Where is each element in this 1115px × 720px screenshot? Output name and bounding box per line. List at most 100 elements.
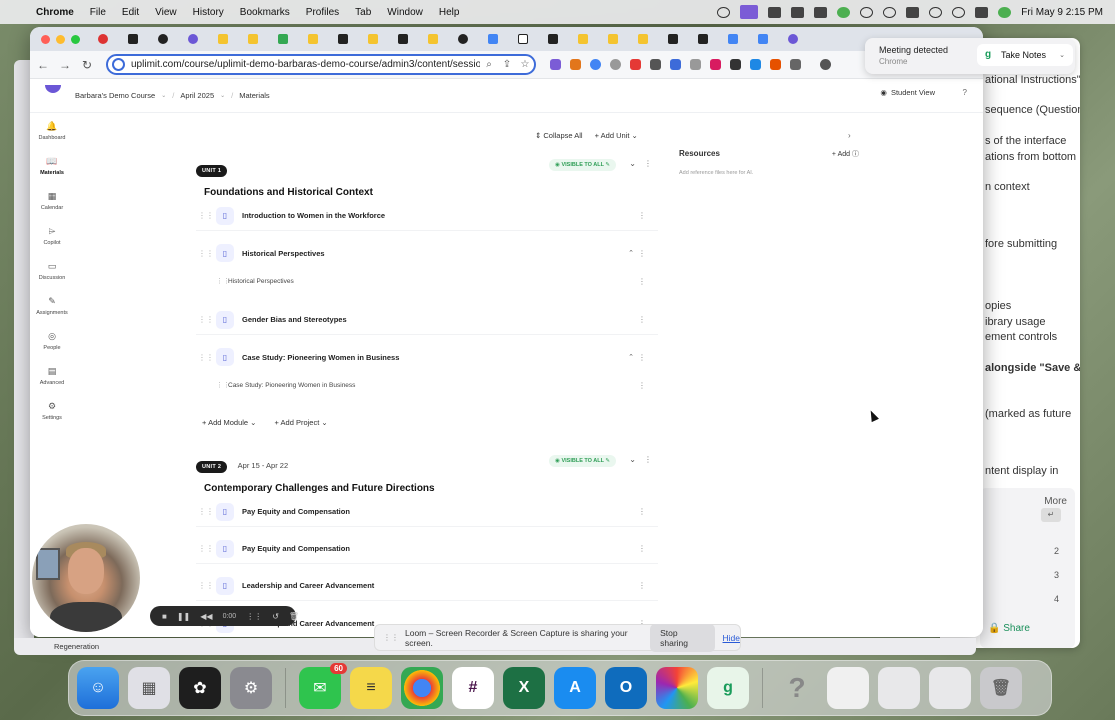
drag-handle-icon[interactable]: ⋮⋮	[196, 544, 216, 553]
address-bar[interactable]: uplimit.com/course/uplimit-demo-barbaras…	[106, 54, 536, 75]
clipboard-icon[interactable]	[791, 6, 805, 18]
user-icon[interactable]	[883, 6, 897, 18]
lesson-title[interactable]: Historical Perspectives	[242, 249, 325, 258]
breadcrumb-term[interactable]: April 2025	[180, 91, 214, 100]
extension-icon[interactable]	[750, 59, 761, 70]
tab[interactable]	[304, 27, 322, 51]
sub-lesson-row[interactable]: ⋮⋮ Case Study: Pioneering Women in Busin…	[216, 374, 658, 396]
extension-icon[interactable]	[550, 59, 561, 70]
pause-icon[interactable]: ❚❚	[177, 612, 190, 621]
excel-icon[interactable]: X	[503, 667, 545, 709]
chevron-down-icon[interactable]: ⌄	[220, 92, 225, 99]
drawing-tool-icon[interactable]: ⋮⋮	[246, 612, 262, 621]
sync-icon[interactable]	[860, 6, 874, 18]
back-share-button[interactable]: 🔒 Share	[988, 623, 1030, 634]
chevron-up-icon[interactable]: ⌃	[628, 249, 634, 257]
siri-icon[interactable]	[998, 6, 1012, 18]
photos-icon[interactable]	[656, 667, 698, 709]
menu-profiles[interactable]: Profiles	[298, 7, 347, 18]
tab[interactable]	[544, 27, 562, 51]
tab[interactable]	[724, 27, 742, 51]
calendar-icon[interactable]	[814, 6, 828, 18]
chevron-down-icon[interactable]: ⌄	[1059, 51, 1065, 59]
menu-edit[interactable]: Edit	[114, 7, 147, 18]
breadcrumb-section[interactable]: Materials	[239, 91, 269, 100]
extension-icon[interactable]	[590, 59, 601, 70]
more-options-icon[interactable]: ⋮	[638, 277, 646, 286]
sidebar-item-materials[interactable]: 📖 Materials	[30, 148, 74, 183]
slack-icon[interactable]: #	[452, 667, 494, 709]
trash-icon[interactable]: 🗑	[289, 612, 299, 621]
puzzle-icon[interactable]	[790, 59, 801, 70]
system-settings-icon[interactable]: ⚙	[230, 667, 272, 709]
extension-icon[interactable]	[610, 59, 621, 70]
crop-icon[interactable]	[650, 59, 661, 70]
lesson-title[interactable]: Pay Equity and Compensation	[242, 544, 350, 553]
microphone-icon[interactable]	[717, 6, 731, 18]
tab[interactable]	[424, 27, 442, 51]
wifi-icon[interactable]	[929, 6, 943, 18]
tab[interactable]	[214, 27, 232, 51]
tab[interactable]	[574, 27, 592, 51]
stop-sharing-button[interactable]: Stop sharing	[650, 623, 715, 652]
tab[interactable]	[664, 27, 682, 51]
sidebar-item-calendar[interactable]: ▦ Calendar	[30, 183, 74, 218]
lesson-row[interactable]: ⋮⋮ ▯ Introduction to Women in the Workfo…	[196, 201, 658, 231]
notes-icon[interactable]: ≡	[350, 667, 392, 709]
tab[interactable]	[154, 27, 172, 51]
menu-bookmarks[interactable]: Bookmarks	[232, 7, 298, 18]
sidebar-item-assignments[interactable]: ✎ Assignments	[30, 288, 74, 323]
lesson-title[interactable]: Case Study: Pioneering Women in Business	[242, 353, 399, 362]
extension-icon[interactable]	[710, 59, 721, 70]
more-options-icon[interactable]: ⋮	[638, 507, 646, 516]
menu-app-name[interactable]: Chrome	[28, 7, 82, 18]
app-store-icon[interactable]: A	[554, 667, 596, 709]
url-text[interactable]: uplimit.com/course/uplimit-demo-barbaras…	[131, 59, 480, 70]
minimize-window-button[interactable]	[56, 34, 65, 44]
restart-icon[interactable]: ↺	[272, 612, 279, 621]
lesson-title[interactable]: Introduction to Women in the Workforce	[242, 211, 385, 220]
more-options-icon[interactable]: ⋮	[644, 455, 652, 464]
lesson-row[interactable]: ⋮⋮ ▯ Gender Bias and Stereotypes ⋮	[196, 305, 658, 335]
metamask-icon[interactable]	[570, 59, 581, 70]
granola-icon[interactable]	[768, 6, 782, 18]
drag-handle-icon[interactable]: ⋮⋮	[196, 507, 216, 516]
tab[interactable]	[694, 27, 712, 51]
sidebar-item-copilot[interactable]: ⌲ Copilot	[30, 218, 74, 253]
forward-arrow-icon[interactable]: →	[54, 58, 76, 72]
tab[interactable]	[274, 27, 292, 51]
window-thumbnail[interactable]	[878, 667, 920, 709]
hide-banner-link[interactable]: Hide	[723, 633, 740, 643]
help-button[interactable]: ?	[963, 88, 967, 97]
menubar-clock[interactable]: Fri May 9 2:15 PM	[1021, 7, 1103, 18]
breadcrumb-course[interactable]: Barbara's Demo Course	[75, 91, 155, 100]
chevron-down-icon[interactable]: ⌄	[629, 159, 636, 168]
menu-view[interactable]: View	[147, 7, 185, 18]
finder-icon[interactable]: ☺	[77, 667, 119, 709]
drag-handle-icon[interactable]: ⋮⋮	[196, 211, 216, 220]
visibility-badge[interactable]: ◉ VISIBLE TO ALL ✎	[549, 455, 616, 467]
lesson-title[interactable]: Gender Bias and Stereotypes	[242, 315, 347, 324]
drag-handle-icon[interactable]: ⋮⋮	[383, 633, 399, 642]
tab[interactable]	[94, 27, 112, 51]
tab[interactable]	[124, 27, 142, 51]
tab[interactable]	[784, 27, 802, 51]
share-icon[interactable]: ⇪	[498, 59, 516, 70]
figma-icon[interactable]: ✿	[179, 667, 221, 709]
take-notes-button[interactable]: g Take Notes ⌄	[977, 44, 1073, 66]
launchpad-icon[interactable]: ▦	[128, 667, 170, 709]
extension-icon[interactable]	[770, 59, 781, 70]
tab[interactable]	[514, 27, 532, 51]
meeting-detected-notification[interactable]: Meeting detected Chrome g Take Notes ⌄	[865, 38, 1075, 74]
zoom-icon[interactable]: ⌕	[480, 59, 498, 70]
more-options-icon[interactable]: ⋮	[638, 315, 646, 324]
visibility-badge[interactable]: ◉ VISIBLE TO ALL ✎	[549, 159, 616, 171]
close-window-button[interactable]	[41, 34, 50, 44]
more-options-icon[interactable]: ⋮	[638, 381, 646, 390]
sub-lesson-title[interactable]: Case Study: Pioneering Women in Business	[228, 382, 355, 389]
add-module-button[interactable]: + Add Module ⌄	[202, 418, 256, 427]
trash-icon[interactable]: 🗑	[980, 667, 1022, 709]
extension-icon[interactable]	[630, 59, 641, 70]
lesson-row[interactable]: ⋮⋮ ▯ Pay Equity and Compensation ⋮	[196, 534, 658, 564]
collapse-all-button[interactable]: ⇕ Collapse All	[535, 131, 583, 140]
